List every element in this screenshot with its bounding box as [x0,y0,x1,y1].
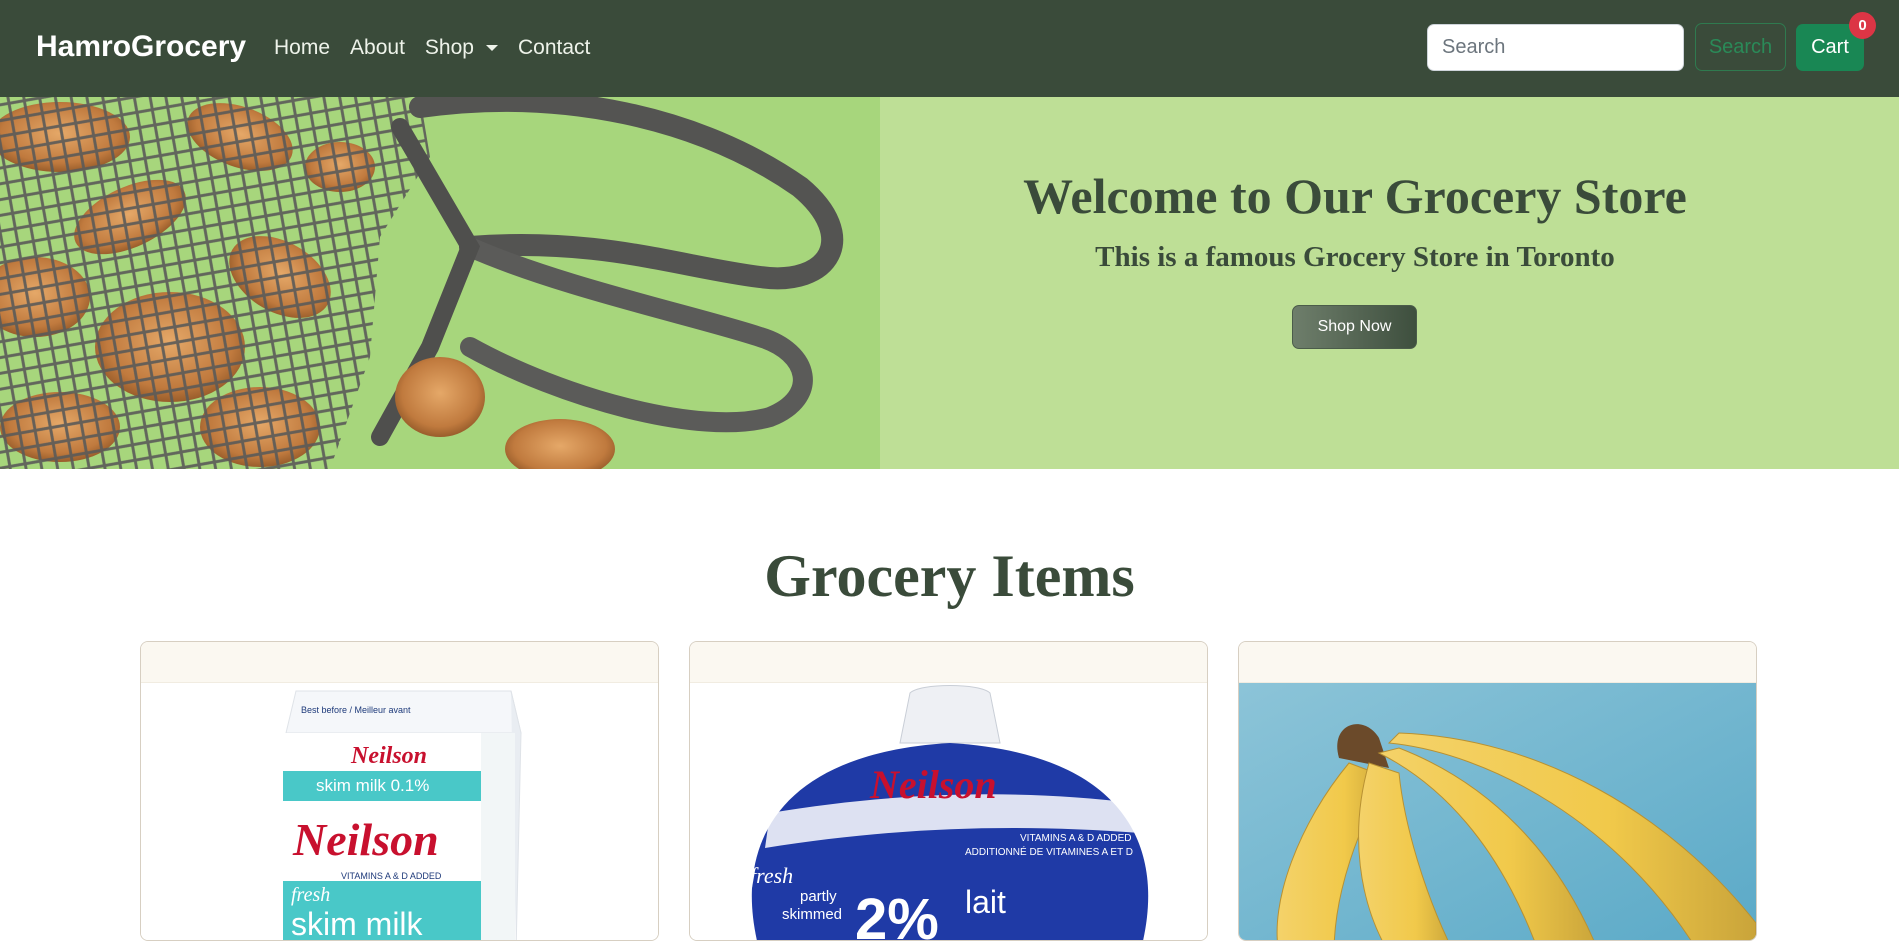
product-text: VITAMINS A & D ADDED [1020,833,1132,844]
product-image: Neilson VITAMINS A & D ADDED ADDITIONNÉ … [690,683,1207,941]
product-card[interactable] [1238,641,1757,941]
hero-bag-image [0,97,880,469]
shop-now-button[interactable]: Shop Now [1292,305,1417,349]
card-header [690,642,1207,683]
nav-about-link[interactable]: About [350,36,405,60]
section-title: Grocery Items [764,543,1135,609]
product-brand: Neilson [292,814,439,865]
product-text: ADDITIONNÉ DE VITAMINES A ET D [965,845,1133,858]
brand-logo[interactable]: HamroGrocery [36,30,246,64]
product-brand: Neilson [869,762,997,807]
product-text: skim milk 0.1% [316,776,429,795]
cart-count-badge: 0 [1849,12,1876,39]
search-button[interactable]: Search [1695,23,1786,71]
product-text: Best before / Meilleur avant [301,705,411,715]
product-text: skim milk [291,906,424,941]
product-text: fresh [291,884,330,906]
hero-subtitle: This is a famous Grocery Store in Toront… [1095,241,1615,273]
hero-title: Welcome to Our Grocery Store [1023,168,1687,224]
chevron-down-icon [485,45,498,51]
product-text: 2% [855,887,939,941]
nav-shop-label: Shop [424,36,474,59]
banana-image [1239,683,1756,940]
product-brand: Neilson [350,743,427,769]
nav-shop-dropdown[interactable]: Shop [425,36,498,60]
search-input[interactable] [1427,24,1684,71]
hero-banner: Welcome to Our Grocery Store This is a f… [0,97,1899,469]
product-image: Best before / Meilleur avant Neilson ski… [141,683,658,941]
product-text: lait [965,884,1006,920]
nav-home-link[interactable]: Home [274,36,330,60]
navbar: HamroGrocery Home About Shop Contact Sea… [0,0,1899,97]
product-card[interactable]: Neilson VITAMINS A & D ADDED ADDITIONNÉ … [689,641,1208,941]
product-card[interactable]: Best before / Meilleur avant Neilson ski… [140,641,659,941]
card-header [1239,642,1756,683]
product-text: VITAMINS A & D ADDED [341,871,442,881]
product-text: partly [800,888,837,905]
product-text: fresh [750,863,793,888]
nav-links: Home About Shop Contact [274,36,610,60]
nav-contact-link[interactable]: Contact [518,36,590,60]
card-header [141,642,658,683]
